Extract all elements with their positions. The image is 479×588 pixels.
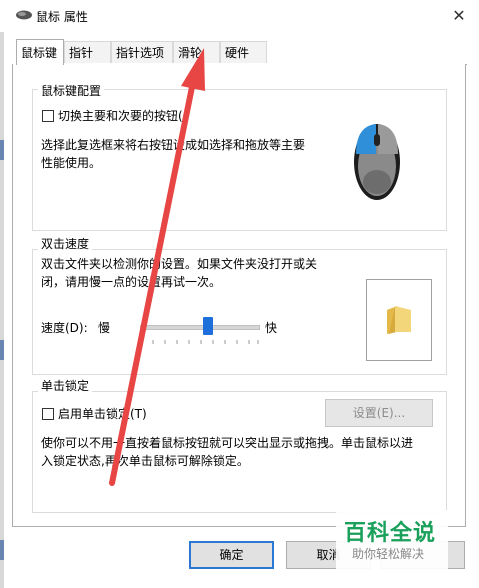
tab-buttons[interactable]: 鼠标键 <box>16 39 64 65</box>
tab-label: 鼠标键 <box>21 46 58 60</box>
watermark-title: 百科全说 <box>344 521 437 546</box>
annotation-arrow <box>109 48 205 486</box>
watermark-subtitle: 助你轻松解决 <box>352 547 425 561</box>
